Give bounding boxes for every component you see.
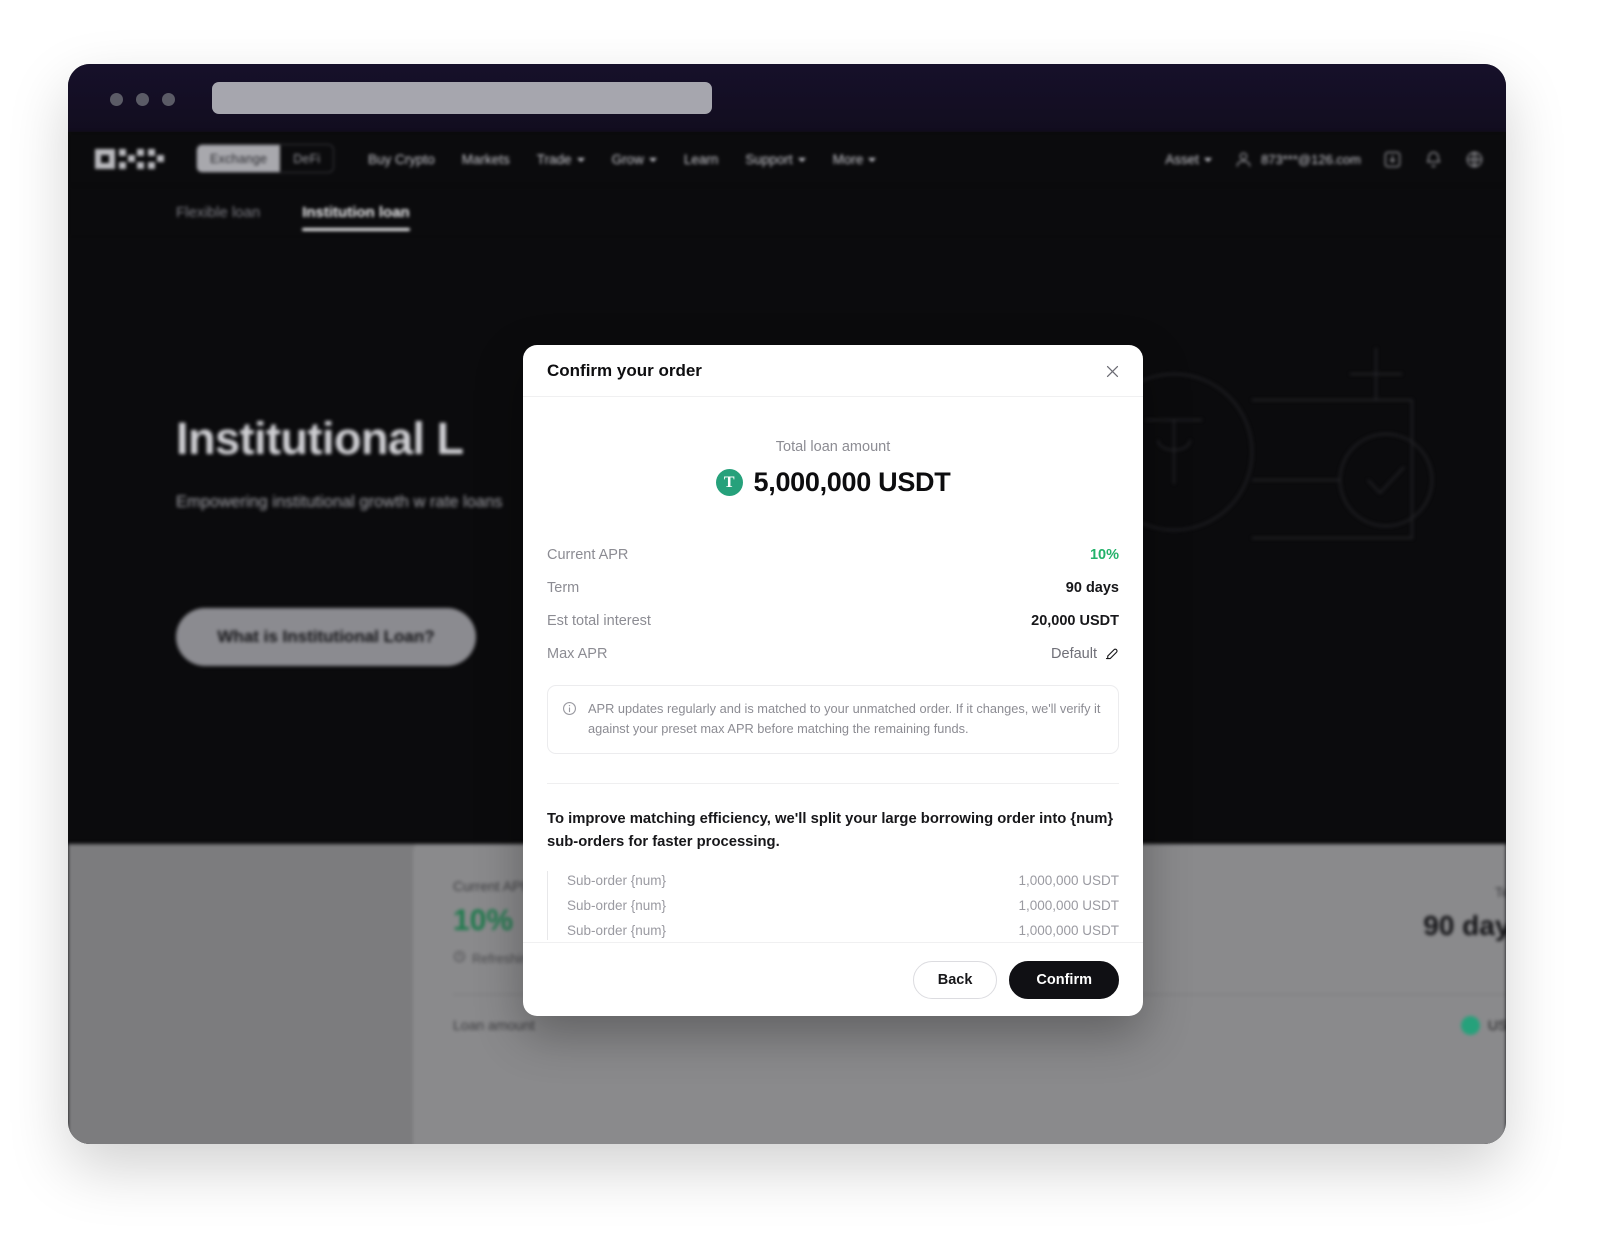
detail-row-current-apr: Current APR 10% (547, 538, 1119, 571)
modal-footer: Back Confirm (523, 942, 1143, 1016)
confirm-order-modal: Confirm your order Total loan amount T 5… (523, 345, 1143, 1016)
detail-row-max-apr: Max APR Default (547, 637, 1119, 670)
info-icon (562, 701, 577, 739)
confirm-button[interactable]: Confirm (1009, 960, 1119, 999)
total-loan-amount-block: Total loan amount T 5,000,000 USDT (547, 397, 1119, 498)
order-details-list: Current APR 10% Term 90 days Est total i… (547, 538, 1119, 670)
modal-title: Confirm your order (547, 360, 702, 380)
detail-key: Term (547, 579, 580, 596)
sub-orders-list: Sub-order {num} 1,000,000 USDT Sub-order… (547, 868, 1119, 942)
detail-key: Est total interest (547, 612, 651, 629)
detail-row-est-total-interest: Est total interest 20,000 USDT (547, 604, 1119, 637)
total-loan-amount-text: 5,000,000 USDT (753, 467, 951, 497)
back-button[interactable]: Back (912, 960, 998, 999)
back-label: Back (937, 971, 973, 988)
detail-row-term: Term 90 days (547, 571, 1119, 604)
modal-divider (547, 783, 1119, 784)
close-icon[interactable] (1099, 358, 1125, 384)
modal-header: Confirm your order (523, 345, 1143, 397)
detail-value: 10% (1089, 546, 1119, 563)
sub-order-label: Sub-order {num} (567, 923, 667, 938)
sub-order-amount: 1,000,000 USDT (1018, 898, 1119, 913)
sub-order-amount: 1,000,000 USDT (1018, 873, 1119, 888)
list-item: Sub-order {num} 1,000,000 USDT (567, 868, 1119, 893)
total-loan-amount-value: T 5,000,000 USDT (547, 467, 1119, 498)
detail-key: Max APR (547, 645, 608, 662)
detail-value: Default (1051, 645, 1097, 662)
sub-order-amount: 1,000,000 USDT (1018, 923, 1119, 938)
usdt-token-icon: T (715, 469, 743, 496)
detail-value-wrap: Default (1051, 646, 1119, 662)
list-item: Sub-order {num} 1,000,000 USDT (567, 918, 1119, 942)
list-item: Sub-order {num} 1,000,000 USDT (567, 893, 1119, 918)
split-order-note: To improve matching efficiency, we'll sp… (547, 811, 1114, 850)
confirm-label: Confirm (1036, 971, 1092, 988)
total-loan-amount-label: Total loan amount (775, 439, 891, 455)
detail-key: Current APR (547, 546, 629, 563)
browser-window: Exchange DeFi Buy Crypto Markets Trade G… (68, 64, 1506, 1144)
apr-notice-box: APR updates regularly and is matched to … (547, 685, 1119, 754)
edit-icon[interactable] (1104, 646, 1119, 661)
detail-value: 90 days (1065, 579, 1119, 596)
sub-order-label: Sub-order {num} (567, 873, 667, 888)
modal-body: Total loan amount T 5,000,000 USDT Curre… (523, 397, 1143, 942)
apr-notice-text: APR updates regularly and is matched to … (588, 701, 1101, 736)
sub-order-label: Sub-order {num} (567, 898, 667, 913)
detail-value: 20,000 USDT (1031, 612, 1119, 629)
